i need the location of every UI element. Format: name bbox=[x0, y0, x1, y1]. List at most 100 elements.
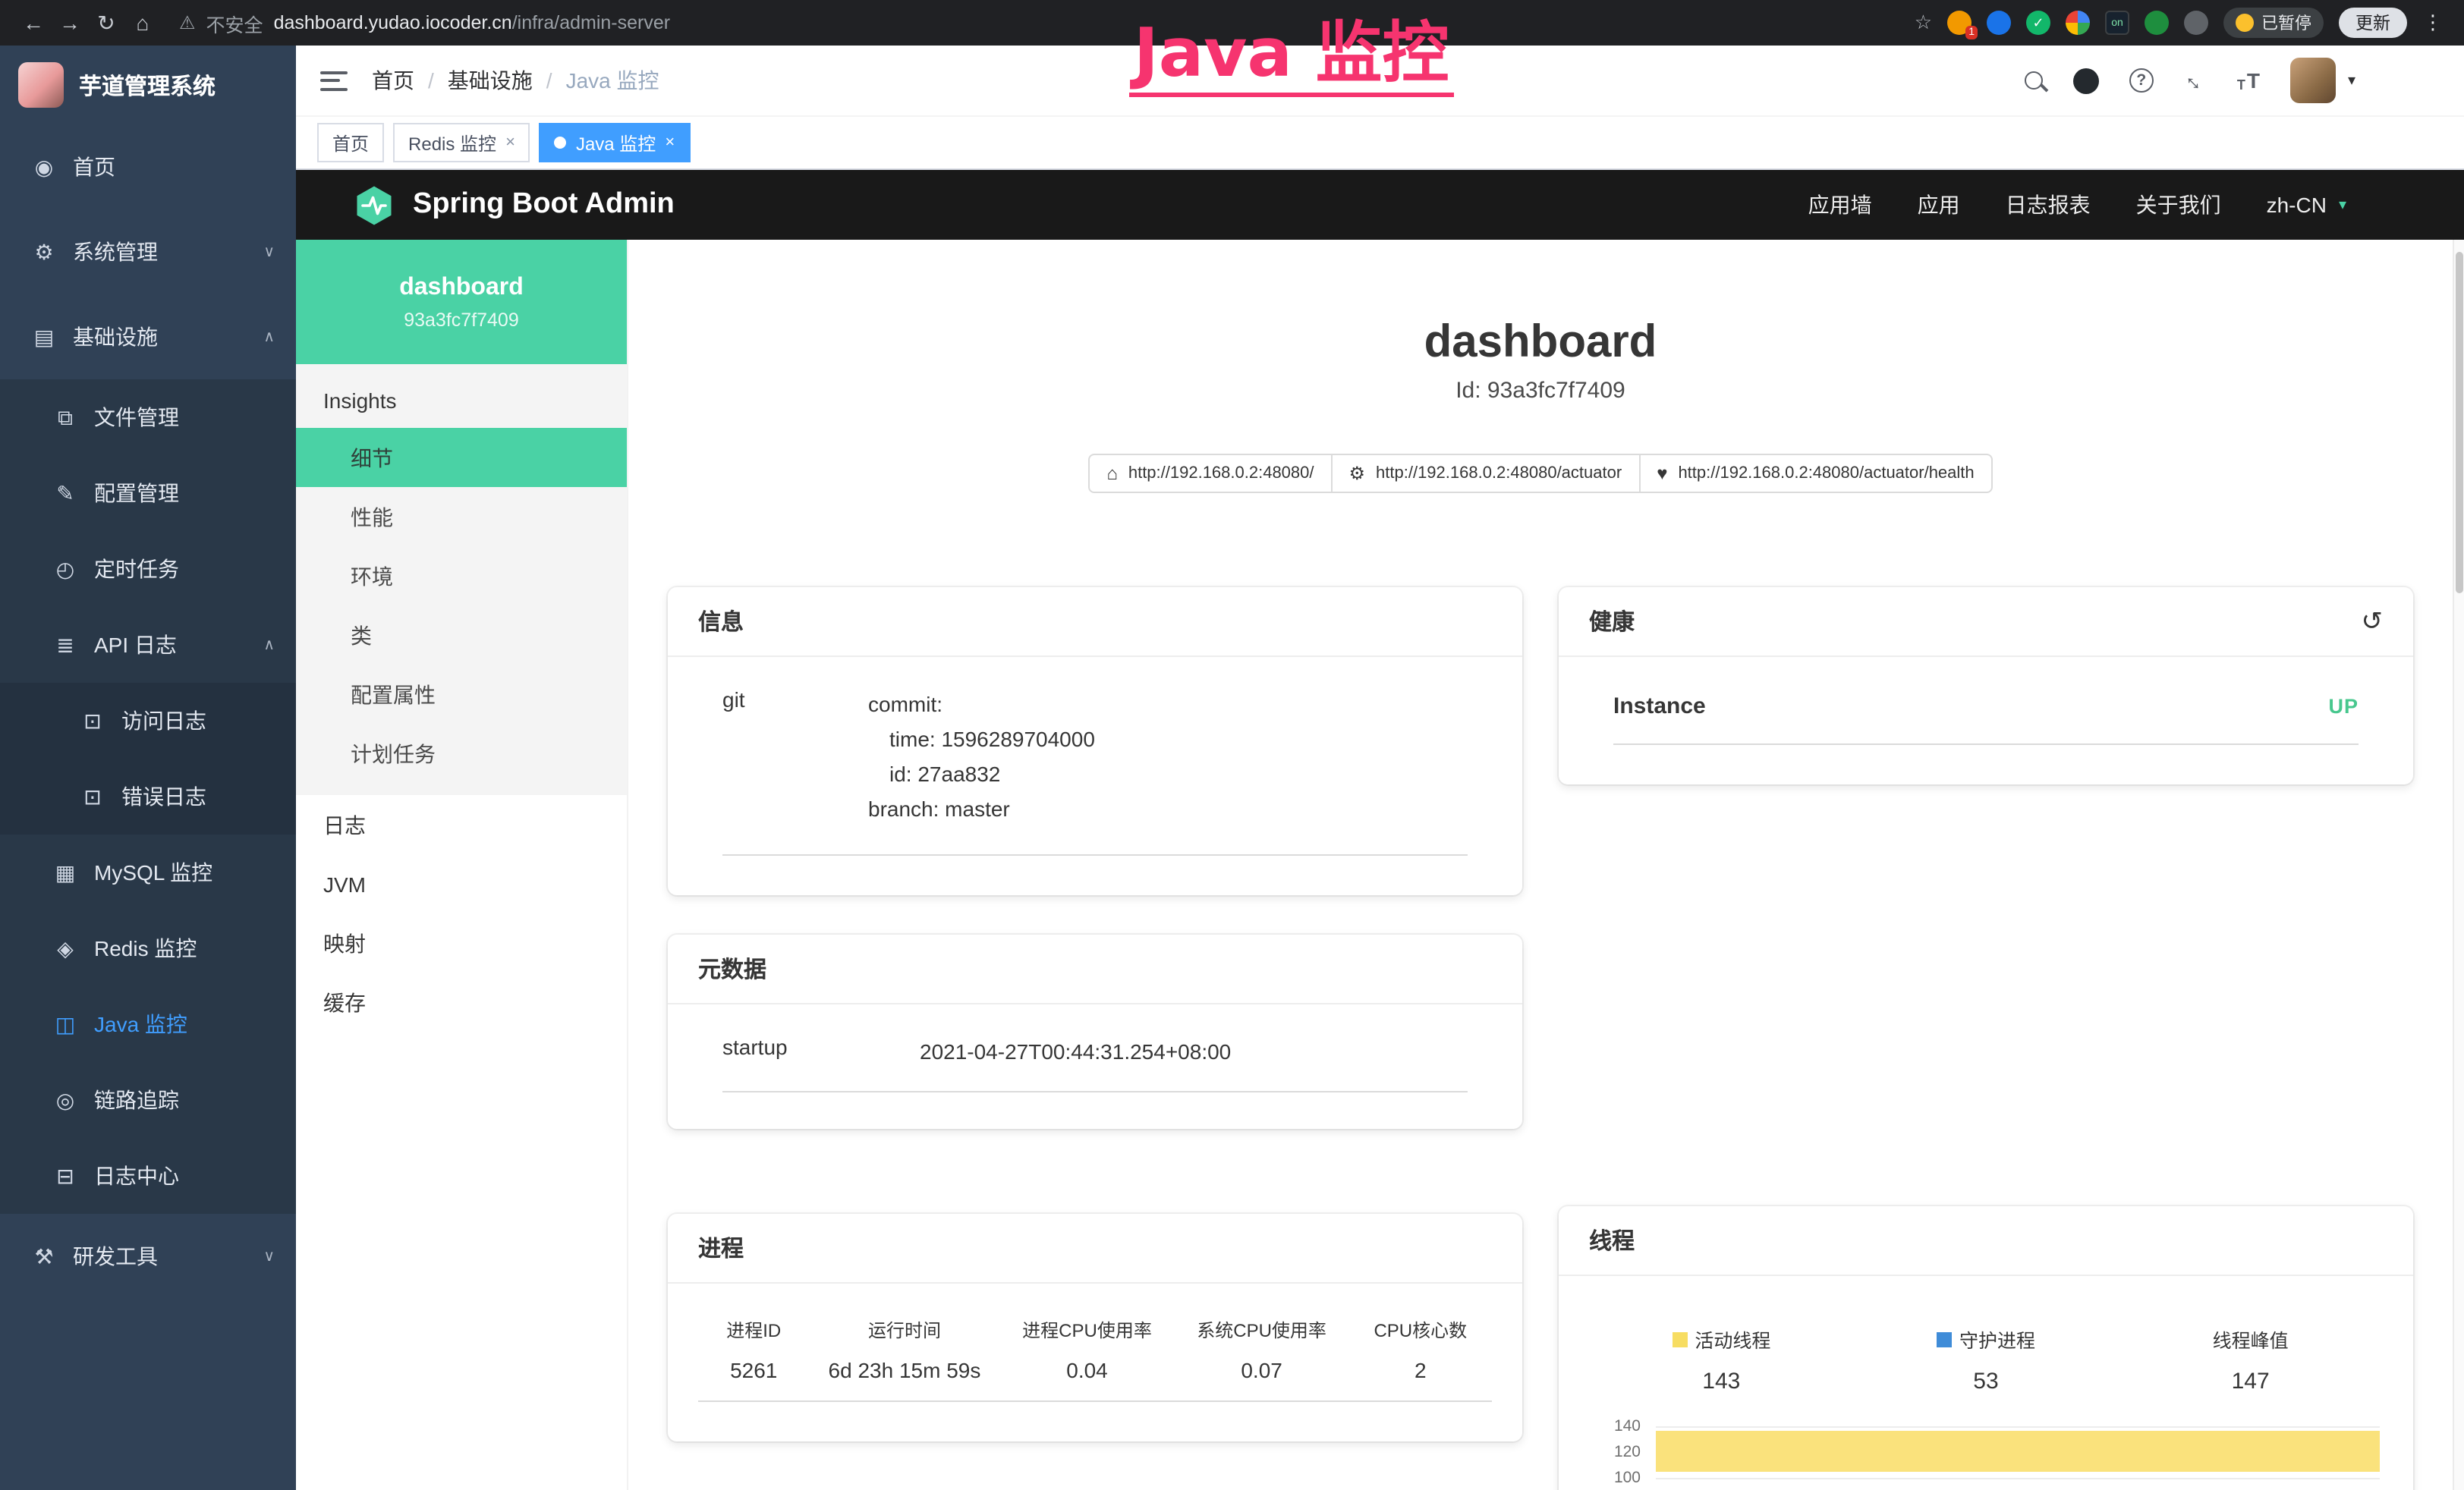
sba-item-jvm[interactable]: JVM bbox=[296, 854, 627, 913]
sba-item-caches[interactable]: 缓存 bbox=[296, 973, 627, 1032]
sba-nav-wallboard[interactable]: 应用墙 bbox=[1808, 190, 1872, 220]
tab-home[interactable]: 首页 bbox=[317, 123, 384, 162]
sidebar-item-system[interactable]: ⚙ 系统管理 ∨ bbox=[0, 209, 296, 294]
url-host[interactable]: dashboard.yudao.iocoder.cn bbox=[274, 12, 512, 33]
sba-nav-about[interactable]: 关于我们 bbox=[2136, 190, 2221, 220]
gear-icon: ⚙ bbox=[30, 239, 58, 265]
extension-icon-3[interactable]: ✓ bbox=[2026, 11, 2050, 35]
health-row-instance[interactable]: Instance UP bbox=[1613, 693, 2359, 745]
git-id-line: id: 27aa832 bbox=[868, 757, 1095, 792]
scrollbar-thumb[interactable] bbox=[2456, 252, 2463, 593]
close-icon[interactable]: × bbox=[505, 134, 515, 152]
sidebar-item-label: 定时任务 bbox=[94, 554, 179, 584]
back-icon[interactable]: ← bbox=[15, 11, 52, 35]
sidebar-item-label: 研发工具 bbox=[73, 1241, 158, 1272]
address-bar[interactable]: ⚠ 不安全 dashboard.yudao.iocoder.cn/infra/a… bbox=[179, 8, 670, 37]
search-icon[interactable] bbox=[2025, 71, 2043, 90]
security-label[interactable]: 不安全 bbox=[206, 8, 263, 37]
sba-item-classes[interactable]: 类 bbox=[296, 605, 627, 665]
sidebar-item-mysql[interactable]: ▦ MySQL 监控 bbox=[0, 835, 296, 910]
sidebar-item-access-log[interactable]: ⊡ 访问日志 bbox=[0, 683, 296, 759]
sidebar-item-log-center[interactable]: ⊟ 日志中心 bbox=[0, 1138, 296, 1214]
scrollbar-track[interactable] bbox=[2453, 240, 2464, 1490]
sidebar-item-file[interactable]: ⧉ 文件管理 bbox=[0, 379, 296, 455]
sidebar-item-infra[interactable]: ▤ 基础设施 ∧ bbox=[0, 294, 296, 379]
sidebar-item-home[interactable]: ◉ 首页 bbox=[0, 124, 296, 209]
legend-label: 活动线程 bbox=[1695, 1325, 1770, 1353]
sba-item-config-props[interactable]: 配置属性 bbox=[296, 665, 627, 724]
sba-brand[interactable]: Spring Boot Admin bbox=[413, 188, 675, 222]
health-url-button[interactable]: ♥ http://192.168.0.2:48080/actuator/heal… bbox=[1638, 454, 1992, 493]
sba-item-scheduled-tasks[interactable]: 计划任务 bbox=[296, 724, 627, 783]
extension-icon-4[interactable] bbox=[2066, 11, 2090, 35]
extension-icon-2[interactable] bbox=[1987, 11, 2011, 35]
caret-down-icon[interactable]: ▾ bbox=[2348, 72, 2355, 89]
sidebar-item-redis[interactable]: ◈ Redis 监控 bbox=[0, 910, 296, 986]
browser-update-button[interactable]: 更新 bbox=[2339, 8, 2407, 38]
chevron-down-icon: ∨ bbox=[263, 244, 275, 260]
sidebar-item-error-log[interactable]: ⊡ 错误日志 bbox=[0, 759, 296, 835]
sidebar-item-api-log[interactable]: ≣ API 日志 ∧ bbox=[0, 607, 296, 683]
edit-icon: ✎ bbox=[52, 480, 79, 506]
sba-nav-journal[interactable]: 日志报表 bbox=[2006, 190, 2091, 220]
tab-redis-monitor[interactable]: Redis 监控 × bbox=[393, 123, 530, 162]
sba-nav-applications[interactable]: 应用 bbox=[1918, 190, 1960, 220]
infrastructure-icon: ▤ bbox=[30, 324, 58, 350]
sba-navbar: Spring Boot Admin 应用墙 应用 日志报表 关于我们 zh-CN… bbox=[296, 170, 2464, 240]
sba-nav-language[interactable]: zh-CN bbox=[2267, 193, 2327, 217]
browser-menu-icon[interactable]: ⋮ bbox=[2422, 11, 2444, 35]
extension-icon-5[interactable]: on bbox=[2105, 11, 2129, 35]
sidebar-item-job[interactable]: ◴ 定时任务 bbox=[0, 531, 296, 607]
sidebar-item-trace[interactable]: ◎ 链路追踪 bbox=[0, 1062, 296, 1138]
avatar[interactable] bbox=[2290, 58, 2336, 103]
legend-label: 守护进程 bbox=[1959, 1325, 2035, 1353]
sba-item-logs[interactable]: 日志 bbox=[296, 795, 627, 854]
caret-down-icon[interactable]: ▾ bbox=[2339, 196, 2346, 213]
paused-extension-chip[interactable]: 已暂停 bbox=[2223, 8, 2324, 38]
sidebar-item-label: 基础设施 bbox=[73, 322, 158, 352]
threads-card-title: 线程 bbox=[1589, 1224, 1635, 1256]
breadcrumb-home[interactable]: 首页 bbox=[372, 65, 414, 96]
service-url-button[interactable]: ⌂ http://192.168.0.2:48080/ bbox=[1088, 454, 1332, 493]
sidebar-item-label: 链路追踪 bbox=[94, 1085, 179, 1115]
app-logo[interactable]: 芋道管理系统 bbox=[0, 46, 296, 124]
timer-icon: ◴ bbox=[52, 556, 79, 582]
github-icon[interactable] bbox=[2073, 68, 2099, 93]
sidebar-item-tools[interactable]: ⚒ 研发工具 ∨ bbox=[0, 1214, 296, 1299]
history-icon[interactable]: ↺ bbox=[2362, 606, 2384, 637]
sba-item-metrics[interactable]: 性能 bbox=[296, 487, 627, 546]
sba-instance-header[interactable]: dashboard 93a3fc7f7409 bbox=[296, 240, 627, 364]
sidebar-item-config[interactable]: ✎ 配置管理 bbox=[0, 455, 296, 531]
sidebar-item-java[interactable]: ◫ Java 监控 bbox=[0, 986, 296, 1062]
sba-item-environment[interactable]: 环境 bbox=[296, 546, 627, 605]
sba-item-mappings[interactable]: 映射 bbox=[296, 913, 627, 973]
breadcrumb-infra[interactable]: 基础设施 bbox=[448, 65, 533, 96]
val-uptime: 6d 23h 15m 59s bbox=[809, 1355, 999, 1401]
font-size-icon[interactable]: T T bbox=[2237, 68, 2260, 93]
fullscreen-icon[interactable]: ↔ bbox=[2178, 63, 2212, 97]
url-path[interactable]: /infra/admin-server bbox=[512, 12, 670, 33]
help-icon[interactable]: ? bbox=[2129, 68, 2154, 93]
close-icon[interactable]: × bbox=[665, 134, 675, 152]
metadata-row-startup: startup 2021-04-27T00:44:31.254+08:00 bbox=[722, 1035, 1468, 1092]
info-card-title: 信息 bbox=[698, 605, 744, 637]
extension-icon-6[interactable] bbox=[2145, 11, 2169, 35]
bookmark-star-icon[interactable]: ☆ bbox=[1915, 11, 1932, 35]
actuator-url-button[interactable]: ⚙ http://192.168.0.2:48080/actuator bbox=[1331, 454, 1641, 493]
page-title: dashboard bbox=[668, 317, 2413, 369]
access-log-icon: ⊡ bbox=[79, 708, 106, 734]
extension-icon-1[interactable]: 1 bbox=[1947, 11, 1972, 35]
sba-item-details[interactable]: 细节 bbox=[296, 428, 627, 487]
reload-icon[interactable]: ↻ bbox=[88, 10, 124, 36]
extension-icon-7[interactable] bbox=[2184, 11, 2208, 35]
wrench-icon: ⚙ bbox=[1349, 463, 1366, 484]
tools-icon: ⚒ bbox=[30, 1243, 58, 1269]
sba-app-name: dashboard bbox=[399, 274, 524, 301]
active-dot bbox=[555, 137, 567, 149]
home-icon[interactable]: ⌂ bbox=[124, 11, 161, 35]
hamburger-icon[interactable] bbox=[320, 71, 348, 90]
tab-java-monitor[interactable]: Java 监控 × bbox=[540, 123, 690, 162]
forward-icon[interactable]: → bbox=[52, 11, 88, 35]
y-tick: 120 bbox=[1589, 1444, 1641, 1460]
sidebar-item-label: 文件管理 bbox=[94, 402, 179, 432]
